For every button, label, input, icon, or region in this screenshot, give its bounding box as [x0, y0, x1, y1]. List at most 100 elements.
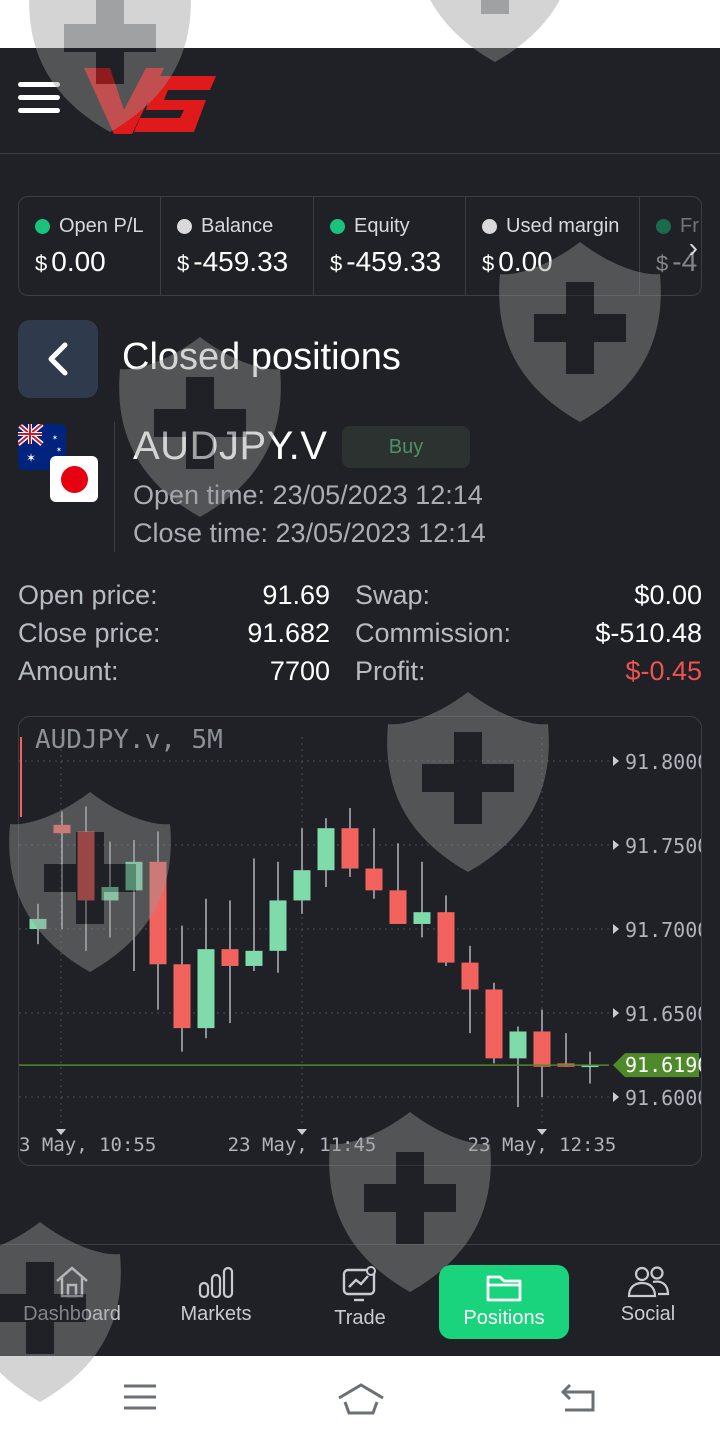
back-button[interactable] [18, 320, 98, 398]
stat-open-pl: Open P/L $0.00 [19, 197, 161, 295]
nav-social[interactable]: Social [583, 1259, 713, 1337]
candle-down [341, 828, 359, 869]
amount-label: Amount: [18, 656, 119, 686]
candle-down [389, 890, 407, 924]
tick-marker [613, 840, 619, 850]
candlestick-chart[interactable]: 91.8000 91.7500 91.7000 91.6500 91.6000 91.61… [19, 717, 702, 1166]
stat-label: Equity [354, 215, 410, 237]
candle-down [533, 1031, 551, 1067]
candle-up [509, 1031, 527, 1059]
candle-down [77, 831, 95, 901]
y-tick-label: 91.6500 [625, 1002, 702, 1026]
candle-up [29, 918, 47, 929]
tick-marker [613, 1092, 619, 1102]
recent-apps-icon[interactable] [122, 1382, 158, 1412]
nav-dashboard[interactable]: Dashboard [7, 1259, 137, 1337]
divider [114, 422, 115, 552]
status-bar [0, 0, 720, 48]
home-icon[interactable] [336, 1382, 386, 1416]
people-icon [627, 1266, 670, 1298]
tick-marker [613, 756, 619, 766]
nav-markets[interactable]: Markets [151, 1259, 281, 1337]
candle-down [53, 824, 71, 834]
instrument-symbol: AUDJPY.V [133, 424, 328, 468]
price-chart[interactable]: 91.8000 91.7500 91.7000 91.6500 91.6000 91.61… [18, 716, 702, 1166]
nav-positions[interactable]: Positions [439, 1265, 569, 1339]
stat-used-margin: Used margin $0.00 [466, 197, 640, 295]
stat-currency: $ [482, 251, 495, 276]
nav-label: Dashboard [23, 1303, 121, 1325]
x-tick-label: 23 May, 12:35 [468, 1134, 617, 1156]
stat-equity: Equity $ -459.33 [314, 197, 466, 295]
close-time: Close time: 23/05/2023 12:14 [133, 518, 486, 548]
commission-value: $-510.48 [595, 618, 702, 648]
candle-up [125, 861, 143, 891]
x-tick-label: 3 May, 10:55 [19, 1134, 156, 1156]
stat-value: -459.33 [346, 246, 442, 277]
chevron-right-icon[interactable]: › [689, 232, 698, 264]
trade-chart-icon [342, 1266, 376, 1302]
folder-icon [486, 1275, 522, 1302]
stat-balance: Balance $ -459.33 [161, 197, 314, 295]
status-dot [656, 219, 671, 234]
profit-value: $-0.45 [625, 656, 702, 686]
commission-label: Commission: [355, 618, 512, 648]
close-price-value: 91.682 [247, 618, 330, 648]
svg-text:✶: ✶ [26, 451, 36, 465]
nav-trade[interactable]: Trade [295, 1259, 425, 1337]
candle-up [101, 887, 119, 901]
candle-down [485, 989, 503, 1059]
candle-up [317, 828, 335, 871]
tick-marker [613, 1008, 619, 1018]
candle-up [293, 870, 311, 901]
stat-currency: $ [177, 251, 190, 276]
hamburger-icon[interactable] [18, 82, 60, 116]
bottom-nav: Dashboard Markets Trade Positions Social [0, 1244, 720, 1356]
candle-down [173, 964, 191, 1029]
stat-value: 0.00 [51, 246, 106, 277]
candle-up [269, 900, 287, 951]
last-price-label: 91.6190 [625, 1053, 702, 1077]
system-navigation-bar [0, 1356, 720, 1440]
bar-chart-icon [198, 1266, 234, 1299]
nav-label: Trade [334, 1307, 386, 1329]
stat-currency: $ [330, 251, 343, 276]
status-dot [177, 219, 192, 234]
status-dot [35, 219, 50, 234]
swap-label: Swap: [355, 580, 431, 610]
candle-up [413, 912, 431, 924]
candle-down [149, 861, 167, 965]
side-badge: Buy [342, 426, 470, 468]
tick-marker [613, 924, 619, 934]
close-price-label: Close price: [18, 618, 161, 648]
amount-value: 7700 [269, 656, 330, 686]
open-price-label: Open price: [18, 580, 158, 610]
nav-label: Social [620, 1303, 676, 1325]
nav-label: Positions [463, 1307, 545, 1329]
candle-down [365, 868, 383, 891]
page-title: Closed positions [122, 336, 401, 378]
y-tick-label: 91.6000 [625, 1086, 702, 1110]
stat-label: Used margin [506, 215, 620, 237]
candle-up [197, 949, 215, 1029]
candle-down [437, 912, 455, 963]
chevron-left-icon [48, 342, 68, 376]
stat-currency: $ [35, 251, 48, 276]
stat-currency: $ [656, 251, 669, 276]
brand-logo[interactable] [84, 62, 216, 138]
candle-up [245, 950, 263, 966]
stat-value: 0.00 [498, 246, 553, 277]
open-price-value: 91.69 [262, 580, 330, 610]
open-time: Open time: 23/05/2023 12:14 [133, 480, 483, 510]
y-tick-label: 91.7500 [625, 834, 702, 858]
x-tick-label: 23 May, 11:45 [228, 1134, 377, 1156]
stat-label: Open P/L [59, 215, 144, 237]
y-tick-label: 91.7000 [625, 918, 702, 942]
back-icon[interactable] [560, 1382, 598, 1414]
svg-text:✶: ✶ [56, 446, 62, 454]
app-screen: Open P/L $0.00 Balance $ -459.33 Equity $… [0, 48, 720, 1356]
y-tick-label: 91.8000 [625, 750, 702, 774]
account-summary[interactable]: Open P/L $0.00 Balance $ -459.33 Equity $… [18, 196, 702, 296]
candle-down [461, 962, 479, 990]
status-dot [482, 219, 497, 234]
